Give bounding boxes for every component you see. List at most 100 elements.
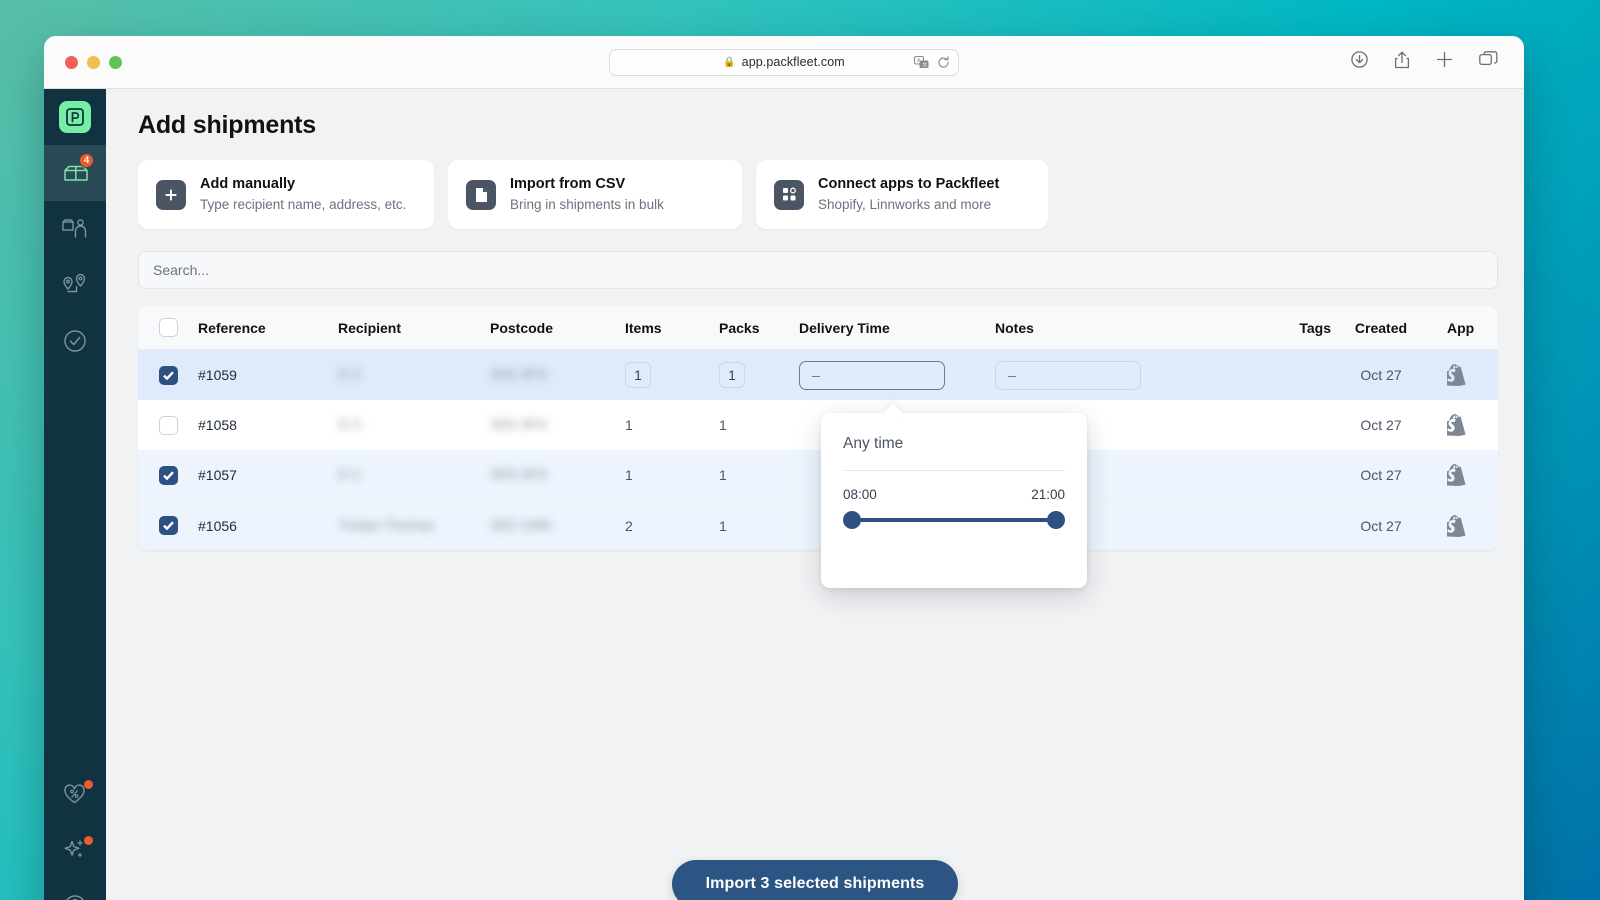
document-icon bbox=[466, 179, 496, 210]
page-title: Add shipments bbox=[138, 111, 316, 139]
new-tab-icon[interactable] bbox=[1436, 51, 1453, 73]
shopify-icon bbox=[1447, 514, 1498, 537]
translate-icon[interactable]: A文 bbox=[914, 55, 929, 69]
packfleet-logo[interactable] bbox=[44, 89, 106, 145]
header-items[interactable]: Items bbox=[625, 320, 719, 336]
table-row[interactable]: #1059 D C SE6 3FG 1 1 – – Oct 27 bbox=[138, 350, 1498, 401]
header-packs[interactable]: Packs bbox=[719, 320, 799, 336]
cell-items[interactable]: 1 bbox=[625, 467, 719, 483]
cell-notes: – bbox=[995, 360, 1235, 390]
sidebar: 4 bbox=[44, 89, 106, 900]
close-window-button[interactable] bbox=[65, 55, 78, 69]
items-input[interactable]: 1 bbox=[625, 362, 651, 389]
downloads-icon[interactable] bbox=[1351, 51, 1368, 73]
add-manually-card[interactable]: Add manually Type recipient name, addres… bbox=[138, 160, 434, 230]
cell-reference: #1057 bbox=[198, 467, 237, 484]
delivery-time-popover[interactable]: Any time 08:00 21:00 bbox=[821, 413, 1087, 589]
packs-input[interactable]: 1 bbox=[719, 362, 745, 389]
cell-created: Oct 27 bbox=[1360, 367, 1402, 384]
header-reference[interactable]: Reference bbox=[198, 320, 338, 336]
row-checkbox[interactable] bbox=[158, 465, 178, 485]
share-icon[interactable] bbox=[1394, 51, 1410, 74]
cell-created: Oct 27 bbox=[1360, 417, 1402, 434]
cell-reference: #1058 bbox=[198, 417, 237, 434]
cell-packs[interactable]: 1 bbox=[719, 467, 799, 483]
cell-created: Oct 27 bbox=[1360, 517, 1402, 534]
sidebar-item-shipments[interactable]: 4 bbox=[44, 145, 106, 201]
shopify-icon bbox=[1447, 414, 1498, 437]
shipments-badge: 4 bbox=[79, 153, 94, 168]
table-row[interactable]: #1057 D C SE6 3FG 1 1 Oct 27 bbox=[138, 450, 1498, 501]
cell-postcode: SE5 1WR bbox=[490, 516, 552, 533]
time-range-slider[interactable] bbox=[843, 511, 1065, 530]
shipments-table: Reference Recipient Postcode Items Packs… bbox=[138, 306, 1498, 589]
select-all-checkbox[interactable] bbox=[158, 318, 178, 338]
cell-delivery-time: – bbox=[799, 360, 995, 390]
address-bar-url: app.packfleet.com bbox=[741, 55, 845, 69]
sidebar-item-routes[interactable] bbox=[44, 257, 106, 313]
cell-items[interactable]: 2 bbox=[625, 518, 719, 534]
plus-square-icon bbox=[156, 179, 186, 210]
slider-handle-end[interactable] bbox=[1047, 511, 1065, 530]
cell-items[interactable]: 1 bbox=[625, 417, 719, 433]
maximize-window-button[interactable] bbox=[109, 55, 122, 69]
action-cards: Add manually Type recipient name, addres… bbox=[138, 160, 1498, 230]
handover-icon bbox=[62, 219, 87, 238]
header-app[interactable]: App bbox=[1431, 320, 1498, 336]
route-pins-icon bbox=[63, 273, 86, 293]
sidebar-item-account[interactable] bbox=[44, 880, 106, 900]
table-row[interactable]: #1058 D C SE6 3FG 1 1 Oct 27 bbox=[138, 400, 1498, 451]
cell-app bbox=[1431, 364, 1498, 387]
sidebar-item-collections[interactable] bbox=[44, 201, 106, 257]
connect-apps-card[interactable]: Connect apps to Packfleet Shopify, Linnw… bbox=[756, 160, 1048, 230]
cell-packs: 1 bbox=[719, 362, 799, 389]
header-notes[interactable]: Notes bbox=[995, 320, 1235, 336]
address-bar[interactable]: 🔒 app.packfleet.com A文 bbox=[609, 48, 959, 76]
cell-recipient: D C bbox=[338, 416, 363, 433]
header-recipient[interactable]: Recipient bbox=[338, 320, 490, 336]
search-placeholder: Search... bbox=[153, 262, 210, 279]
import-selected-shipments-button[interactable]: Import 3 selected shipments bbox=[671, 860, 959, 900]
cell-reference: #1056 bbox=[198, 517, 237, 534]
table-row[interactable]: #1056 Tristan Thomas SE5 1WR 2 1 Oct 27 bbox=[138, 500, 1498, 551]
popover-divider bbox=[843, 470, 1065, 472]
header-tags[interactable]: Tags bbox=[1235, 320, 1331, 336]
window-traffic-lights bbox=[44, 55, 122, 69]
browser-window: 🔒 app.packfleet.com A文 4 Add shipments A… bbox=[44, 36, 1524, 900]
minimize-window-button[interactable] bbox=[87, 55, 100, 69]
cell-postcode: SE6 3FG bbox=[490, 466, 548, 483]
app-root: 4 Add shipments Add manually Type recipi… bbox=[44, 89, 1524, 900]
cell-packs[interactable]: 1 bbox=[719, 518, 799, 534]
table-header-row: Reference Recipient Postcode Items Packs… bbox=[138, 306, 1498, 351]
sidebar-item-whats-new[interactable] bbox=[44, 824, 106, 880]
row-checkbox[interactable] bbox=[158, 415, 178, 435]
cell-recipient: D C bbox=[338, 366, 363, 383]
footer-actions: Import 3 selected shipments bbox=[106, 860, 1524, 900]
cell-packs[interactable]: 1 bbox=[719, 417, 799, 433]
sidebar-item-completed[interactable] bbox=[44, 313, 106, 369]
notes-input[interactable]: – bbox=[995, 360, 1141, 390]
sidebar-item-offers[interactable] bbox=[44, 768, 106, 824]
import-csv-card[interactable]: Import from CSV Bring in shipments in bu… bbox=[448, 160, 742, 230]
delivery-time-input[interactable]: – bbox=[799, 360, 945, 390]
slider-handle-start[interactable] bbox=[843, 511, 861, 530]
cell-recipient: D C bbox=[338, 466, 363, 483]
reload-icon[interactable] bbox=[937, 55, 950, 69]
add-manually-subtitle: Type recipient name, address, etc. bbox=[200, 196, 407, 212]
cell-created: Oct 27 bbox=[1360, 467, 1402, 484]
svg-text:文: 文 bbox=[922, 61, 927, 68]
cell-app bbox=[1431, 464, 1498, 487]
shopify-icon bbox=[1447, 364, 1498, 387]
row-checkbox[interactable] bbox=[158, 365, 178, 385]
search-input[interactable]: Search... bbox=[138, 251, 1498, 290]
connect-apps-title: Connect apps to Packfleet bbox=[818, 176, 1000, 192]
row-select-cell bbox=[138, 465, 198, 485]
whats-new-notification-dot bbox=[84, 836, 93, 845]
cell-reference: #1059 bbox=[198, 367, 237, 384]
header-postcode[interactable]: Postcode bbox=[490, 320, 625, 336]
cell-items: 1 bbox=[625, 362, 719, 389]
tab-overview-icon[interactable] bbox=[1479, 51, 1498, 73]
row-checkbox[interactable] bbox=[158, 516, 178, 536]
header-created[interactable]: Created bbox=[1331, 320, 1431, 336]
header-delivery-time[interactable]: Delivery Time bbox=[799, 320, 995, 336]
